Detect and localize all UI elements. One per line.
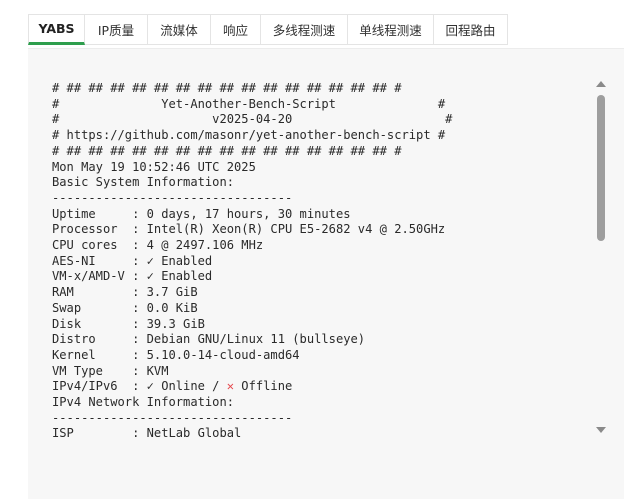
console-scrollbar[interactable] <box>595 77 607 437</box>
console-line: ISP : NetLab Global <box>52 426 242 441</box>
console-line: # ## ## ## ## ## ## ## ## ## ## ## ## ##… <box>52 81 402 95</box>
console-line: CPU cores : 4 @ 2497.106 MHz <box>52 238 264 253</box>
console-line: RAM : 3.7 GiB <box>52 285 198 300</box>
console-line: IPv4/IPv6 : ✓ Online / <box>52 379 227 394</box>
console-output[interactable]: # ## ## ## ## ## ## ## ## ## ## ## ## ##… <box>28 75 624 487</box>
console-line: Swap : 0.0 KiB <box>52 300 198 315</box>
tab-ip-quality[interactable]: IP质量 <box>85 14 148 45</box>
tab-single-thread-speedtest[interactable]: 单线程测速 <box>348 14 434 45</box>
console-line: # v2025-04-20 # <box>52 112 453 127</box>
console-line: Uptime : 0 days, 17 hours, 30 minutes <box>52 206 351 221</box>
scroll-thumb[interactable] <box>597 95 605 241</box>
console-line: Mon May 19 10:52:46 UTC 2025 <box>52 159 256 174</box>
console-text: # ## ## ## ## ## ## ## ## ## ## ## ## ##… <box>52 81 452 442</box>
tab-streaming[interactable]: 流媒体 <box>148 14 211 45</box>
tab-multi-thread-speedtest[interactable]: 多线程测速 <box>261 14 348 45</box>
console-line: Disk : 39.3 GiB <box>52 316 205 331</box>
console-line: Offline <box>234 379 293 394</box>
console-line: VM Type : KVM <box>52 363 169 378</box>
console-line: Kernel : 5.10.0-14-cloud-amd64 <box>52 347 300 362</box>
tab-bar: YABS IP质量 流媒体 响应 多线程测速 单线程测速 回程路由 <box>28 14 508 45</box>
console-line: # ## ## ## ## ## ## ## ## ## ## ## ## ##… <box>52 143 402 158</box>
tab-return-route[interactable]: 回程路由 <box>434 14 508 45</box>
console-line: --------------------------------- <box>52 410 293 425</box>
console-line: VM-x/AMD-V : ✓ Enabled <box>52 269 213 284</box>
scroll-up-arrow-icon[interactable] <box>596 81 606 87</box>
console-line: --------------------------------- <box>52 190 293 205</box>
console-line: Distro : Debian GNU/Linux 11 (bullseye) <box>52 332 366 347</box>
console-line: AES-NI : ✓ Enabled <box>52 253 213 268</box>
console-line: Basic System Information: <box>52 175 235 190</box>
tab-panel: # ## ## ## ## ## ## ## ## ## ## ## ## ##… <box>28 48 624 499</box>
tab-response[interactable]: 响应 <box>211 14 261 45</box>
console-line: Processor : Intel(R) Xeon(R) CPU E5-2682… <box>52 222 446 237</box>
cross-icon: ✕ <box>226 379 235 394</box>
console-line: # Yet-Another-Bench-Script # <box>52 96 446 111</box>
console-line: # https://github.com/masonr/yet-another-… <box>52 128 446 143</box>
console-line: IPv4 Network Information: <box>52 395 235 410</box>
tab-yabs[interactable]: YABS <box>28 14 85 45</box>
scroll-down-arrow-icon[interactable] <box>596 427 606 433</box>
